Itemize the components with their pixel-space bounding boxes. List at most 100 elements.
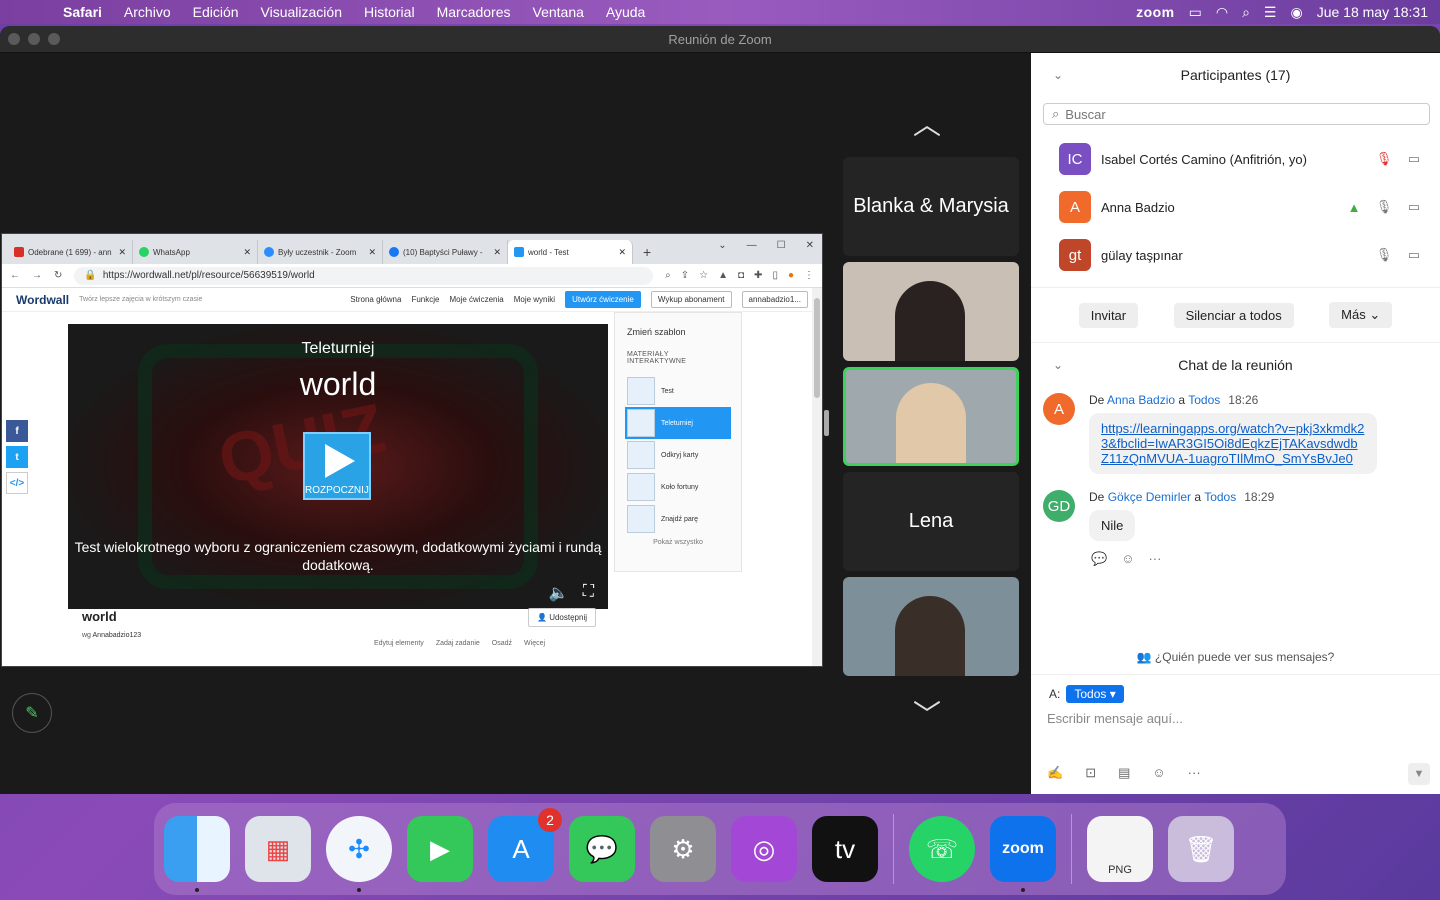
- reload-icon[interactable]: ↻: [54, 270, 62, 281]
- invite-button[interactable]: Invitar: [1078, 302, 1139, 328]
- close-tab-icon[interactable]: ✕: [243, 247, 251, 258]
- template-open-box[interactable]: Odkryj karty: [627, 439, 729, 471]
- drive-icon[interactable]: ▲: [718, 270, 728, 281]
- back-icon[interactable]: ←: [10, 270, 20, 281]
- sidepanel-icon[interactable]: ▯: [772, 270, 778, 281]
- video-tile-participant-2[interactable]: [843, 262, 1019, 361]
- video-camera-icon[interactable]: ▭: [1404, 199, 1424, 215]
- browser-tab-gmail[interactable]: Odebrane (1 699) - ann ✕: [8, 240, 133, 264]
- nav-my-activities[interactable]: Moje ćwiczenia: [449, 295, 503, 304]
- user-menu[interactable]: annabadzio1...: [741, 291, 808, 308]
- new-tab-icon[interactable]: +: [633, 244, 661, 264]
- message-link[interactable]: https://learningapps.org/watch?v=pkj3xkm…: [1101, 421, 1365, 466]
- control-center-icon[interactable]: ☰: [1264, 4, 1277, 21]
- scrollbar-thumb[interactable]: [814, 298, 820, 398]
- sender-name[interactable]: Anna Badzio: [1107, 393, 1175, 407]
- podcasts-icon[interactable]: ◎: [731, 816, 797, 882]
- format-icon[interactable]: ✍: [1047, 765, 1063, 781]
- collapse-chevron-icon[interactable]: ⌄: [1053, 68, 1063, 82]
- safari-icon[interactable]: ✣: [326, 816, 392, 892]
- close-tab-icon[interactable]: ✕: [368, 247, 376, 258]
- minimize-icon[interactable]: —: [747, 240, 757, 251]
- spotlight-search-icon[interactable]: ⌕: [1242, 4, 1250, 21]
- sender-name[interactable]: Gökçe Demirler: [1108, 490, 1191, 504]
- video-tile-participant-5[interactable]: [843, 577, 1019, 676]
- recipient-dropdown[interactable]: Todos ▾: [1066, 685, 1124, 703]
- facebook-share-icon[interactable]: f: [6, 420, 28, 442]
- browser-tab-zoom[interactable]: Były uczestnik - Zoom ✕: [258, 240, 383, 264]
- battery-icon[interactable]: ▭: [1189, 4, 1202, 21]
- nav-my-results[interactable]: Moje wyniki: [514, 295, 555, 304]
- set-assignment-link[interactable]: Zadaj zadanie: [436, 640, 480, 647]
- close-tab-icon[interactable]: ✕: [618, 247, 626, 258]
- video-camera-icon[interactable]: ▭: [1404, 151, 1424, 167]
- siri-icon[interactable]: ◉: [1290, 4, 1302, 21]
- subscribe-button[interactable]: Wykup abonament: [650, 291, 732, 308]
- wifi-icon[interactable]: ◠: [1216, 4, 1228, 21]
- annotate-pencil-icon[interactable]: ✎: [12, 693, 52, 733]
- twitter-share-icon[interactable]: t: [6, 446, 28, 468]
- collapse-chevron-icon[interactable]: ⌄: [1053, 358, 1063, 372]
- send-icon[interactable]: ▼: [1408, 763, 1430, 785]
- more-button[interactable]: Más ⌄: [1329, 302, 1393, 328]
- messages-icon[interactable]: 💬: [569, 816, 635, 882]
- add-reaction-icon[interactable]: ☺: [1121, 551, 1134, 567]
- address-bar[interactable]: 🔒 https://wordwall.net/pl/resource/566395…: [74, 266, 654, 285]
- camera-icon[interactable]: ◘: [738, 270, 744, 281]
- volume-icon[interactable]: 🔈: [549, 583, 569, 603]
- facetime-icon[interactable]: ▶: [407, 816, 473, 882]
- finder-icon[interactable]: [164, 816, 230, 892]
- video-tile-lena[interactable]: Lena: [843, 472, 1019, 571]
- participant-row[interactable]: gt gülay taşpınar 🎙 ▭: [1031, 231, 1440, 279]
- participant-search[interactable]: ⌕ Buscar: [1043, 103, 1430, 125]
- close-tab-icon[interactable]: ✕: [118, 247, 126, 258]
- template-quiz[interactable]: Test: [627, 375, 729, 407]
- split-drag-handle[interactable]: [824, 410, 829, 436]
- participant-row[interactable]: A Anna Badzio ▲ 🎙 ▭: [1031, 183, 1440, 231]
- mic-icon[interactable]: 🎙: [1374, 199, 1394, 215]
- png-file-icon[interactable]: PNG: [1087, 816, 1153, 882]
- tab-search-icon[interactable]: ⌄: [718, 240, 726, 251]
- fullscreen-icon[interactable]: ⛶: [583, 583, 594, 603]
- browser-tab-whatsapp[interactable]: WhatsApp ✕: [133, 240, 258, 264]
- screenshot-icon[interactable]: ⊡: [1085, 765, 1096, 781]
- zoom-window-button[interactable]: [48, 33, 60, 45]
- chat-input[interactable]: Escribir mensaje aquí...: [1047, 711, 1183, 726]
- menu-edicion[interactable]: Edición: [182, 4, 250, 20]
- share-button[interactable]: 👤 Udostępnij: [528, 608, 597, 627]
- close-window-button[interactable]: [8, 33, 20, 45]
- recipient[interactable]: Todos: [1204, 490, 1236, 504]
- video-tile-blanka-marysia[interactable]: Blanka & Marysia: [843, 157, 1019, 256]
- mute-all-button[interactable]: Silenciar a todos: [1173, 302, 1294, 328]
- menu-archivo[interactable]: Archivo: [113, 4, 182, 20]
- browser-tab-facebook[interactable]: (10) Baptyści Puławy - ✕: [383, 240, 508, 264]
- menu-ventana[interactable]: Ventana: [522, 4, 595, 20]
- extensions-icon[interactable]: ✚: [754, 270, 762, 281]
- scroll-up-chevron-icon[interactable]: ︿: [913, 103, 941, 143]
- reply-icon[interactable]: 💬: [1091, 551, 1107, 567]
- maximize-icon[interactable]: ☐: [777, 240, 786, 251]
- bookmark-star-icon[interactable]: ☆: [699, 270, 708, 281]
- recipient[interactable]: Todos: [1188, 393, 1220, 407]
- app-store-icon[interactable]: A2: [488, 808, 562, 882]
- who-can-see-link[interactable]: 👥 ¿Quién puede ver sus mensajes?: [1031, 650, 1440, 675]
- file-icon[interactable]: ▤: [1118, 765, 1130, 781]
- apple-tv-icon[interactable]: tv: [812, 816, 878, 882]
- menu-app[interactable]: Safari: [52, 4, 113, 20]
- embed-link[interactable]: Osadź: [492, 640, 512, 647]
- nav-features[interactable]: Funkcje: [411, 295, 439, 304]
- zoom-lens-icon[interactable]: ⌕: [665, 270, 671, 281]
- participant-row[interactable]: IC Isabel Cortés Camino (Anfitrión, yo) …: [1031, 135, 1440, 183]
- more-options-icon[interactable]: ···: [1148, 551, 1161, 567]
- zoom-status-icon[interactable]: zoom: [1136, 4, 1175, 20]
- nav-home[interactable]: Strona główna: [350, 295, 401, 304]
- wordwall-logo[interactable]: Wordwall: [16, 293, 69, 307]
- menu-dots-icon[interactable]: ⋮: [804, 270, 814, 281]
- more-options-icon[interactable]: ···: [1188, 765, 1201, 781]
- profile-avatar-icon[interactable]: ●: [788, 270, 794, 281]
- create-activity-button[interactable]: Utwórz ćwiczenie: [565, 291, 641, 308]
- menu-visualizacion[interactable]: Visualización: [250, 4, 353, 20]
- system-preferences-icon[interactable]: ⚙: [650, 816, 716, 882]
- launchpad-icon[interactable]: ▦: [245, 816, 311, 882]
- close-icon[interactable]: ✕: [806, 240, 814, 251]
